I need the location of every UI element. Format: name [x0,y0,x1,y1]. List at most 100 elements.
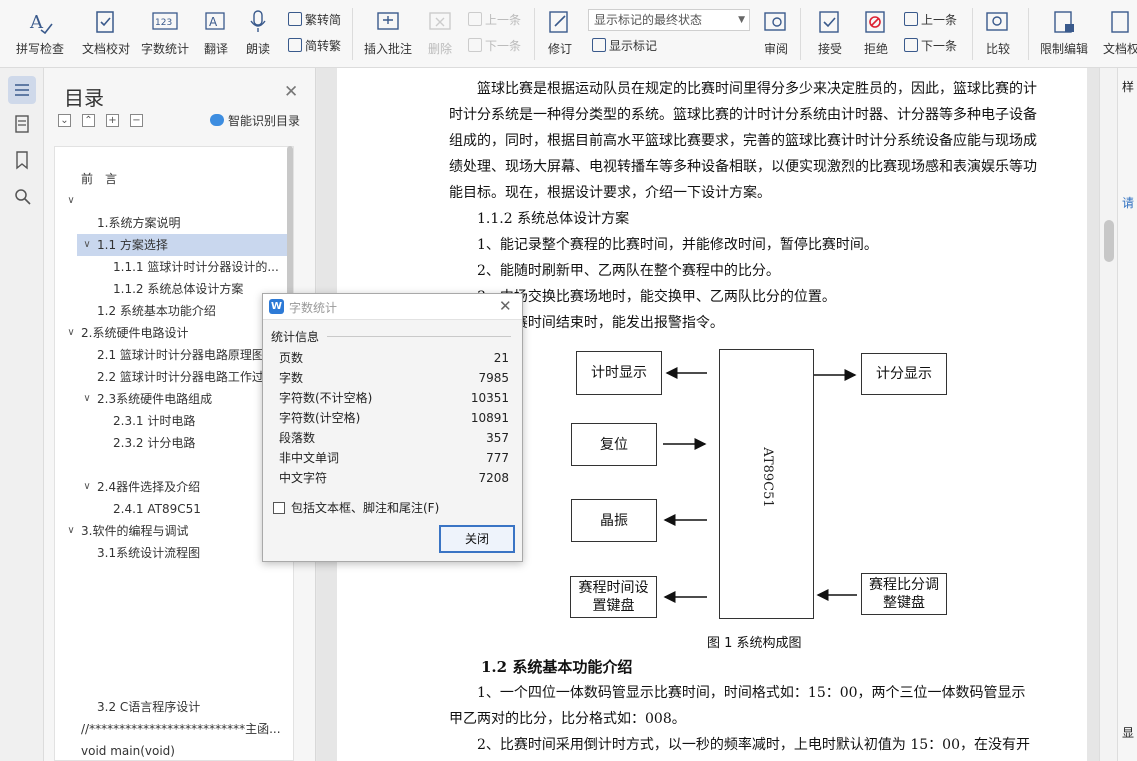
microphone-icon [245,10,271,34]
stat-row: 字符数(计空格) 10891 [279,411,509,425]
spell-check-button[interactable]: A 拼写检查 [8,0,72,66]
stat-row: 段落数 357 [279,431,509,445]
toc-item[interactable]: 1.2 系统基本功能介绍 [97,300,287,322]
collapse-all-icon[interactable]: ⌄ [58,114,71,127]
list-icon [15,84,29,96]
show-markup-icon [592,38,606,52]
divider [327,336,511,337]
chevron-down-icon[interactable]: ∨ [65,520,77,542]
accept-button[interactable]: 接受 [810,0,850,66]
reject-button[interactable]: 拒绝 [856,0,896,66]
divider [800,8,801,60]
chevron-down-icon[interactable]: ∨ [65,322,77,344]
track-changes-icon [547,10,573,34]
toc-item[interactable]: 3.1系统设计流程图 [97,542,287,564]
toc-item[interactable]: 2.4器件选择及介绍 [97,476,287,498]
delete-comment-icon [427,10,453,34]
group-label: 统计信息 [271,330,320,344]
toc-item[interactable]: 1.系统方案说明 [97,212,287,234]
toc-list: 前 言 ∨ 1.系统方案说明 1.1 方案选择 ∨ 1.1.1 篮球计时计分器设… [54,146,294,761]
close-icon[interactable]: ✕ [284,82,298,102]
toc-view-button[interactable] [8,76,36,104]
dialog-title: 字数统计 [289,301,338,315]
bookmark-icon [16,151,28,170]
document-permission-button[interactable]: 文档权 [1096,0,1137,66]
stat-row: 字数 7985 [279,371,509,385]
page-view-button[interactable] [8,110,36,138]
panel-label: 显 [1122,726,1135,740]
proofread-button[interactable]: 文档校对 [78,0,134,66]
smart-toc-button[interactable]: 智能识别目录 [210,112,300,129]
toc-item[interactable]: 3.软件的编程与调试 [81,520,281,542]
word-count-button[interactable]: 123 字数统计 [138,0,192,66]
simplified-convert-button[interactable]: 简转繁 [288,36,341,56]
figure-caption: 图 1 系统构成图 [707,636,802,651]
toc-item[interactable]: 2.1 篮球计时计分器电路原理图 [97,344,287,366]
toc-item[interactable]: 2.3.2 计分电路 [113,432,283,454]
document-scrollbar[interactable] [1099,68,1117,761]
right-side-panel: 样 请 显 [1117,68,1137,761]
insert-comment-button[interactable]: 插入批注 [360,0,416,66]
close-icon[interactable]: ✕ [499,297,512,315]
add-level-icon[interactable]: + [106,114,119,127]
word-count-dialog: W 字数统计 ✕ 统计信息 页数 21 字数 7985 字符数(不计空格) 10351… [262,293,523,562]
divider [352,8,353,60]
stat-row: 非中文单词 777 [279,451,509,465]
show-markup-button[interactable]: 显示标记 [592,36,657,56]
prev-icon [904,12,918,26]
word-count-icon: 123 [152,10,178,34]
chevron-down-icon[interactable]: ∨ [81,234,93,256]
prev-change-button[interactable]: 上一条 [904,10,957,30]
svg-text:A: A [209,15,218,29]
search-icon [15,189,31,205]
compare-button[interactable]: 比较 [978,0,1018,66]
chevron-down-icon[interactable]: ∨ [81,476,93,498]
compare-icon [985,10,1011,34]
chevron-down-icon: ▼ [738,15,745,25]
bookmark-view-button[interactable] [8,146,36,174]
toc-item[interactable]: void main(void) [81,740,281,760]
toc-item[interactable]: 2.3.1 计时电路 [113,410,283,432]
prev-comment-button[interactable]: 上一条 [468,10,521,30]
toc-item[interactable]: 1.1.2 系统总体设计方案 [113,278,283,300]
dialog-titlebar[interactable]: W 字数统计 ✕ [263,294,522,320]
chevron-down-icon[interactable]: ∨ [81,388,93,410]
remove-level-icon[interactable]: − [130,114,143,127]
navigation-strip [0,68,44,761]
toc-item[interactable]: 2.2 篮球计时计分器电路工作过 [97,366,287,388]
proofread-icon [93,10,119,34]
convert-icon [288,38,302,52]
toc-item-selected[interactable]: 1.1 方案选择 [77,234,287,256]
toc-item[interactable]: 3.2 C语言程序设计 [97,696,287,718]
expand-all-icon[interactable]: ⌃ [82,114,95,127]
divider [534,8,535,60]
next-comment-button[interactable]: 下一条 [468,36,521,56]
checkbox-box[interactable] [273,502,285,514]
toc-item[interactable]: 2.系统硬件电路设计 [81,322,281,344]
reject-icon [863,10,889,34]
svg-text:123: 123 [155,18,172,28]
include-footnotes-checkbox[interactable]: 包括文本框、脚注和尾注(F) [273,499,439,516]
read-aloud-button[interactable]: 朗读 [240,0,276,66]
toc-item[interactable]: 前 言 [81,168,281,190]
review-ribbon: A 拼写检查 文档校对 123 字数统计 A 翻译 朗读 繁转简 简转繁 插入批… [0,0,1137,68]
restrict-editing-button[interactable]: 限制编辑 [1034,0,1094,66]
translate-button[interactable]: A 翻译 [196,0,236,66]
toc-scrollbar[interactable] [287,146,293,296]
chevron-down-icon[interactable]: ∨ [65,190,77,212]
toc-item[interactable]: 2.3系统硬件电路组成 [97,388,287,410]
track-changes-button[interactable]: 修订 [540,0,580,66]
markup-state-select[interactable]: 显示标记的最终状态 ▼ [588,9,750,31]
delete-comment-button[interactable]: 删除 [420,0,460,66]
toc-item[interactable]: //**************************主函... [81,718,281,740]
scroll-thumb[interactable] [1104,220,1114,262]
traditional-convert-button[interactable]: 繁转简 [288,10,341,30]
close-button[interactable]: 关闭 [439,525,515,553]
next-change-button[interactable]: 下一条 [904,36,957,56]
toc-item[interactable]: 2.4.1 AT89C51 [113,498,283,520]
search-view-button[interactable] [8,182,36,210]
word-processor-window: { "toolbar": { "spell_check": "拼写检查", "p… [0,0,1137,761]
toc-item[interactable]: 1.1.1 篮球计时计分器设计的... [113,256,283,278]
app-icon: W [269,299,284,314]
review-pane-button[interactable]: 审阅 [756,0,796,66]
